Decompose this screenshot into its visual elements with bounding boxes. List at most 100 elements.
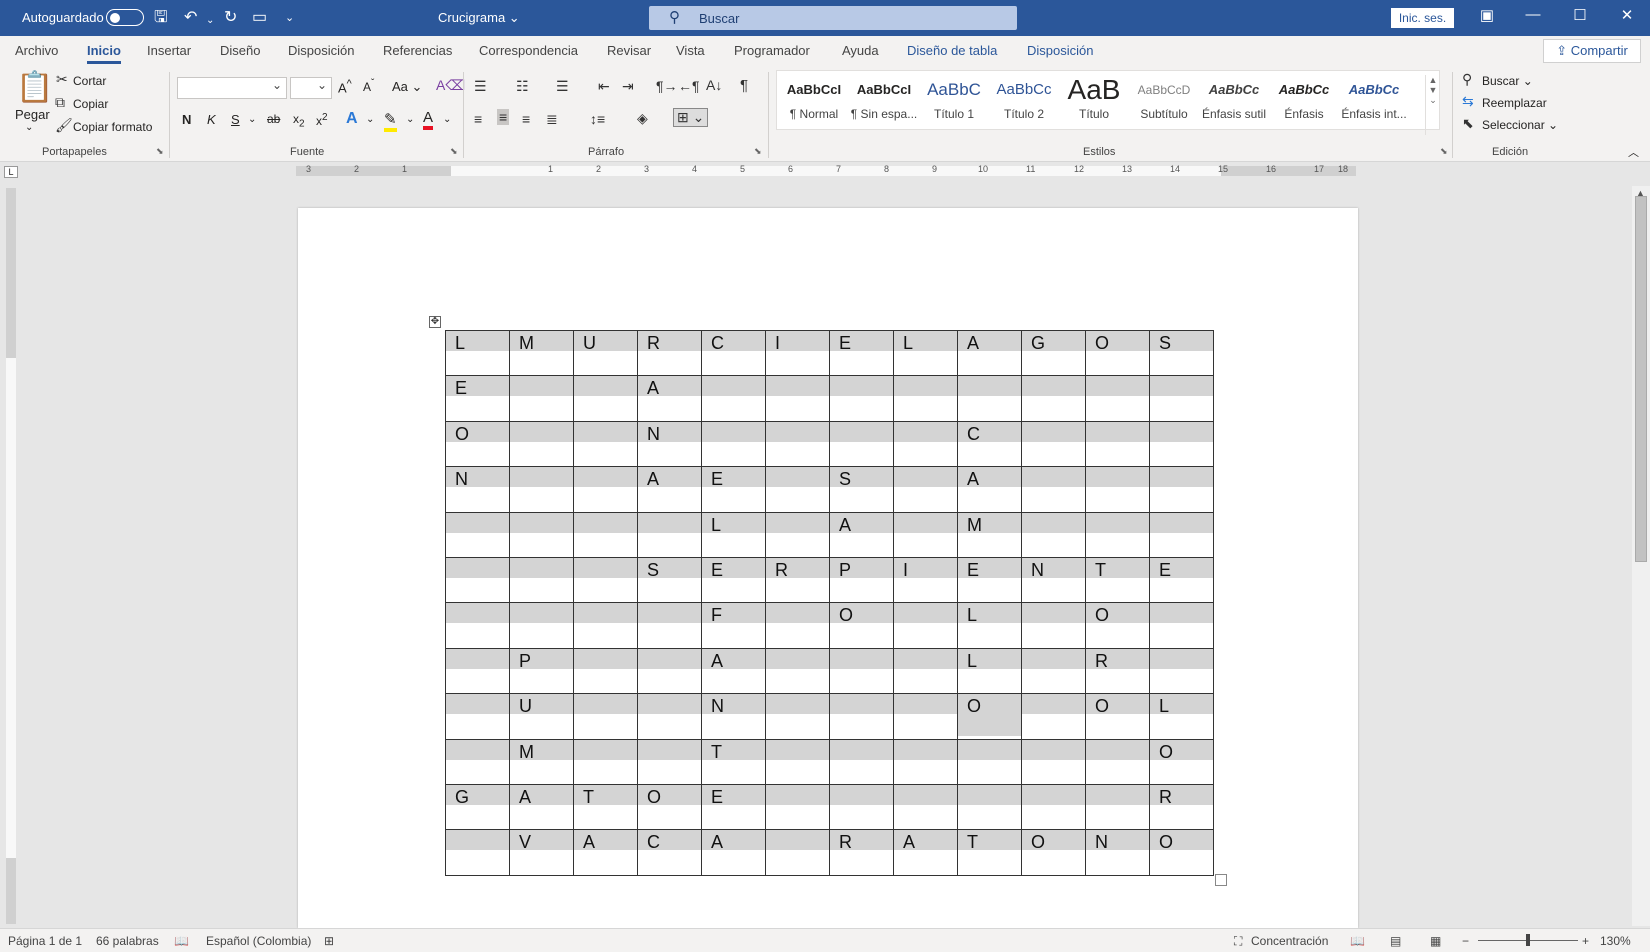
table-cell[interactable] [765, 693, 830, 740]
horizontal-ruler[interactable]: 3 2 1 1 2 3 4 5 6 7 8 9 10 11 12 13 14 1… [296, 164, 1356, 176]
table-cell[interactable] [765, 783, 830, 831]
table-cell[interactable] [701, 420, 766, 468]
table-cell[interactable]: N [701, 693, 766, 740]
table-cell[interactable] [893, 693, 958, 740]
table-cell[interactable]: O [445, 420, 510, 468]
table-cell[interactable] [573, 647, 638, 695]
table-cell[interactable]: S [1149, 329, 1214, 377]
table-cell[interactable] [957, 375, 1022, 422]
clear-formatting-icon[interactable]: A⌫ [436, 77, 465, 94]
table-cell[interactable]: C [637, 829, 702, 876]
table-cell[interactable]: A [701, 829, 766, 876]
cut-icon[interactable]: ✂ [56, 71, 68, 88]
table-cell[interactable] [573, 511, 638, 558]
table-cell[interactable]: N [637, 420, 702, 468]
table-cell[interactable] [893, 466, 958, 513]
table-cell[interactable] [637, 647, 702, 695]
table-cell[interactable]: P [829, 556, 894, 604]
line-spacing-icon[interactable]: ↕≡ [590, 111, 605, 127]
copy-button[interactable]: Copiar [73, 97, 108, 111]
paste-button[interactable]: Pegar [15, 107, 50, 122]
style-heading-2[interactable]: AaBbCc Título 2 [989, 77, 1059, 121]
style-no-spacing[interactable]: AaBbCcI ¶ Sin espa... [849, 77, 919, 121]
table-cell[interactable] [893, 783, 958, 831]
table-cell[interactable] [957, 783, 1022, 831]
tab-inicio[interactable]: Inicio [87, 43, 121, 64]
numbering-icon[interactable]: ☷ [516, 78, 529, 95]
table-cell[interactable]: O [1149, 738, 1214, 785]
table-cell[interactable] [765, 647, 830, 695]
table-cell[interactable] [893, 511, 958, 558]
table-cell[interactable] [1021, 647, 1086, 695]
table-cell[interactable]: E [957, 556, 1022, 604]
decrease-indent-icon[interactable]: ⇤ [598, 78, 610, 95]
table-cell[interactable] [637, 602, 702, 649]
superscript-icon[interactable]: x2 [316, 112, 328, 128]
table-cell[interactable] [1149, 602, 1214, 649]
table-cell[interactable]: T [701, 738, 766, 785]
undo-dropdown-icon[interactable]: ⌄ [206, 11, 214, 31]
table-cell[interactable]: O [1149, 829, 1214, 876]
tab-ayuda[interactable]: Ayuda [842, 43, 879, 58]
table-cell[interactable] [1149, 466, 1214, 513]
subscript-icon[interactable]: x2 [293, 112, 305, 129]
table-cell[interactable]: R [1085, 647, 1150, 695]
tab-selector[interactable]: L [4, 166, 18, 178]
paste-icon[interactable]: 📋 [16, 70, 53, 105]
table-cell[interactable] [1085, 511, 1150, 558]
table-cell[interactable]: R [637, 329, 702, 377]
align-right-icon[interactable]: ≡ [522, 111, 530, 127]
borders-icon[interactable]: ⊞ ⌄ [673, 108, 709, 127]
zoom-slider-thumb[interactable] [1526, 934, 1530, 946]
format-painter-button[interactable]: Copiar formato [73, 120, 152, 134]
table-cell[interactable]: E [701, 783, 766, 831]
table-cell[interactable]: O [1085, 329, 1150, 377]
maximize-icon[interactable]: ☐ [1565, 6, 1595, 24]
tab-vista[interactable]: Vista [676, 43, 705, 58]
underline-button[interactable]: S [231, 112, 240, 127]
font-color-icon[interactable]: A [423, 109, 434, 130]
table-cell[interactable] [1085, 375, 1150, 422]
table-cell[interactable]: O [957, 693, 1022, 740]
style-emphasis[interactable]: AaBbCc Énfasis [1269, 77, 1339, 121]
table-cell[interactable] [1085, 466, 1150, 513]
shading-icon[interactable]: ◈ [637, 110, 648, 127]
table-cell[interactable] [445, 602, 510, 649]
vertical-scrollbar[interactable]: ▲ [1632, 186, 1650, 926]
proofing-icon[interactable]: 📖 [174, 934, 189, 948]
italic-button[interactable]: K [207, 112, 216, 127]
table-cell[interactable]: F [701, 602, 766, 649]
table-cell[interactable] [509, 466, 574, 513]
table-cell[interactable] [765, 466, 830, 513]
copy-icon[interactable]: ⧉ [55, 94, 65, 111]
paragraph-launcher-icon[interactable]: ⬊ [754, 146, 762, 157]
table-cell[interactable]: A [573, 829, 638, 876]
text-effects-icon[interactable]: A [346, 110, 358, 128]
table-cell[interactable] [893, 602, 958, 649]
shrink-font-icon[interactable]: Aˇ [363, 78, 374, 94]
autosave-toggle[interactable] [106, 9, 144, 26]
table-cell[interactable]: C [957, 420, 1022, 468]
table-cell[interactable]: C [701, 329, 766, 377]
table-cell[interactable]: M [509, 329, 574, 377]
justify-icon[interactable]: ≣ [546, 111, 558, 128]
accessibility-icon[interactable]: ⊞ [324, 934, 334, 948]
table-cell[interactable] [893, 420, 958, 468]
table-cell[interactable] [445, 647, 510, 695]
text-effects-dropdown-icon[interactable]: ⌄ [366, 114, 374, 125]
web-layout-icon[interactable]: ▦ [1430, 934, 1441, 948]
table-cell[interactable] [445, 693, 510, 740]
table-cell[interactable]: E [445, 375, 510, 422]
align-left-icon[interactable]: ≡ [474, 111, 482, 127]
table-cell[interactable]: O [829, 602, 894, 649]
table-cell[interactable]: S [829, 466, 894, 513]
table-cell[interactable]: S [637, 556, 702, 604]
font-name-select[interactable] [177, 77, 287, 99]
table-cell[interactable]: R [829, 829, 894, 876]
table-cell[interactable]: L [1149, 693, 1214, 740]
table-cell[interactable] [1021, 466, 1086, 513]
table-cell[interactable]: O [637, 783, 702, 831]
table-cell[interactable] [1021, 738, 1086, 785]
table-cell[interactable]: A [829, 511, 894, 558]
table-cell[interactable] [637, 738, 702, 785]
